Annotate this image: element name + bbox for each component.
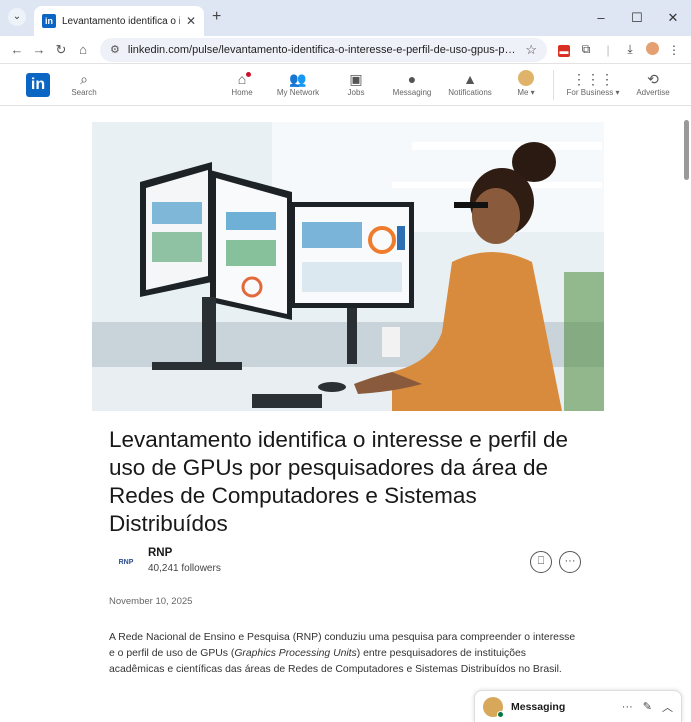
- nav-for-business[interactable]: ⋮⋮⋮ For Business ▾: [562, 70, 624, 97]
- chat-icon: ●: [407, 71, 417, 87]
- ellipsis-icon: ···: [564, 555, 576, 567]
- linkedin-logo[interactable]: in: [26, 73, 50, 97]
- advertise-icon: ⟲: [647, 71, 659, 87]
- browser-tab[interactable]: in Levantamento identifica o intere ✕: [34, 6, 204, 36]
- author-followers: 40,241 followers: [148, 563, 221, 574]
- site-info-icon[interactable]: ⚙: [110, 43, 120, 56]
- publish-date: November 10, 2025: [109, 596, 193, 607]
- author-logo[interactable]: RNP: [112, 553, 140, 573]
- hero-illustration: [92, 122, 604, 411]
- more-options-button[interactable]: ···: [559, 551, 581, 573]
- extensions-puzzle-icon[interactable]: ⧉: [575, 42, 597, 57]
- nav-search-label: Search: [71, 88, 97, 97]
- close-window-icon[interactable]: ✕: [655, 0, 691, 36]
- back-icon[interactable]: ←: [6, 42, 28, 57]
- scrollbar[interactable]: [684, 120, 689, 180]
- nav-item-notifications[interactable]: ▲ Notifications: [443, 70, 497, 97]
- bell-icon: ▲: [463, 71, 477, 87]
- tab-title: Levantamento identifica o intere: [62, 15, 180, 27]
- toolbar-divider: |: [606, 42, 610, 57]
- nav-advertise[interactable]: ⟲ Advertise: [626, 70, 680, 97]
- home-browser-icon[interactable]: ⌂: [72, 42, 94, 57]
- messaging-overlay[interactable]: Messaging ··· ✎ ︿: [474, 690, 682, 722]
- chevron-up-icon[interactable]: ︿: [662, 699, 673, 715]
- network-icon: 👥: [289, 71, 307, 87]
- download-icon[interactable]: ⤓: [619, 42, 641, 57]
- bookmark-star-icon[interactable]: ☆: [525, 42, 537, 58]
- tab-search-chevron-icon[interactable]: ⌄: [8, 8, 26, 26]
- nav-label: Messaging: [392, 88, 432, 97]
- linkedin-favicon-icon: in: [42, 14, 56, 28]
- online-indicator: [497, 710, 504, 718]
- nav-search[interactable]: ⌕ Search: [57, 70, 111, 97]
- briefcase-icon: ▣: [349, 71, 363, 87]
- search-icon: ⌕: [80, 71, 88, 87]
- bookmark-icon: ⎕: [537, 555, 545, 567]
- ellipsis-icon[interactable]: ···: [622, 701, 633, 713]
- browser-menu-icon[interactable]: ⋮: [663, 43, 685, 57]
- nav-label: My Network: [276, 88, 320, 97]
- messaging-label: Messaging: [511, 700, 566, 713]
- profile-avatar-icon[interactable]: [641, 41, 663, 58]
- avatar: [518, 70, 534, 86]
- nav-label: Advertise: [636, 88, 670, 97]
- browser-toolbar: ← → ↻ ⌂ ⚙ linkedin.com/pulse/levantament…: [0, 36, 691, 64]
- save-article-button[interactable]: ⎕: [530, 551, 552, 573]
- nav-item-messaging[interactable]: ● Messaging: [385, 70, 439, 97]
- new-tab-button[interactable]: +: [212, 8, 221, 26]
- grid-icon: ⋮⋮⋮: [572, 71, 614, 87]
- home-icon: ⌂: [237, 71, 247, 87]
- notification-badge: [244, 70, 253, 79]
- url-text: linkedin.com/pulse/levantamento-identifi…: [127, 43, 518, 56]
- address-bar[interactable]: ⚙ linkedin.com/pulse/levantamento-identi…: [100, 37, 547, 62]
- reload-icon[interactable]: ↻: [50, 42, 72, 58]
- maximize-icon[interactable]: ☐: [619, 0, 655, 36]
- article-hero-image: [92, 122, 604, 411]
- body-emphasis: Graphics Processing Units: [234, 648, 357, 659]
- nav-label: Home: [231, 88, 253, 97]
- avatar: [483, 696, 504, 718]
- minimize-icon[interactable]: –: [583, 0, 619, 36]
- nav-label: Jobs: [347, 88, 365, 97]
- nav-label: Me ▾: [517, 88, 535, 97]
- nav-item-me[interactable]: Me ▾: [499, 70, 553, 97]
- article-title: Levantamento identifica o interesse e pe…: [109, 427, 569, 536]
- nav-divider: [553, 70, 554, 100]
- tab-close-icon[interactable]: ✕: [186, 14, 196, 28]
- compose-icon[interactable]: ✎: [643, 700, 652, 713]
- nav-item-home[interactable]: ⌂ Home: [215, 70, 269, 97]
- extension-icon[interactable]: ▬: [553, 43, 575, 57]
- nav-label: Notifications: [448, 88, 492, 97]
- nav-item-jobs[interactable]: ▣ Jobs: [329, 70, 383, 97]
- linkedin-navbar: in ⌕ Search ⌂ Home 👥 My Network ▣ Jobs ●…: [0, 64, 691, 106]
- browser-tabstrip: ⌄ in Levantamento identifica o intere ✕ …: [0, 0, 691, 36]
- nav-label: For Business ▾: [566, 88, 620, 97]
- author-name[interactable]: RNP: [148, 547, 172, 559]
- nav-item-my-network[interactable]: 👥 My Network: [271, 70, 325, 97]
- article-body: A Rede Nacional de Ensino e Pesquisa (RN…: [109, 630, 579, 678]
- forward-icon[interactable]: →: [28, 42, 50, 57]
